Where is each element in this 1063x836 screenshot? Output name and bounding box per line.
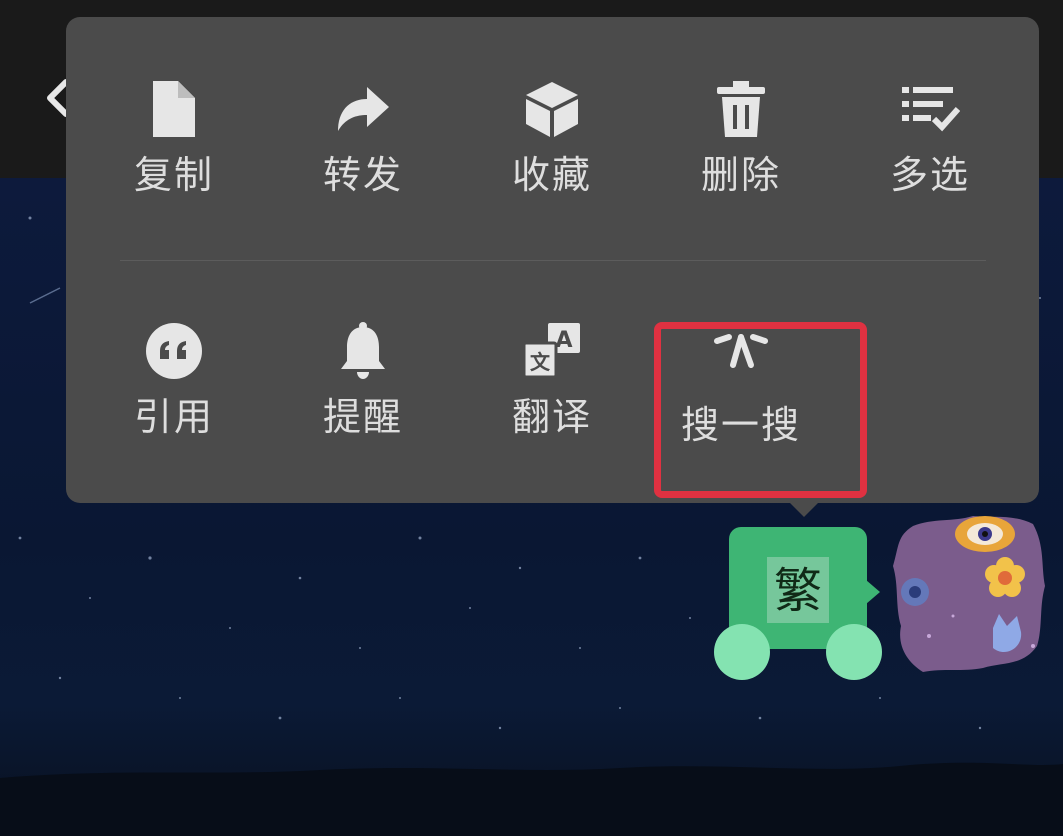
multi-select-icon [902,87,960,132]
menu-item-favorite[interactable]: 收藏 [482,79,622,229]
menu-item-copy[interactable]: 复制 [104,79,244,229]
selection-handle-right[interactable] [826,624,882,680]
document-icon [153,81,195,137]
trash-icon [717,81,765,137]
bubble-tail [866,580,880,604]
cube-icon [526,82,578,137]
menu-item-label: 引用 [133,395,214,439]
menu-item-label: 转发 [322,153,403,197]
menu-item-remind[interactable]: 提醒 [293,321,433,471]
menu-item-translate[interactable]: A 文 翻译 [482,321,622,471]
context-menu: 复制 转发 收藏 删除 多选 引用 提醒 A 文 翻译 搜一搜 [66,17,1039,503]
menu-item-label: 提醒 [322,395,403,439]
menu-pointer [790,503,818,517]
menu-item-label: 复制 [133,153,214,197]
bell-icon [341,322,385,379]
menu-item-quote[interactable]: 引用 [104,321,244,471]
menu-item-label: 删除 [700,153,781,197]
forward-arrow-icon [338,87,389,131]
avatar[interactable] [893,516,1045,676]
menu-item-label: 翻译 [511,395,592,439]
translate-icon: A 文 [522,323,580,379]
menu-item-label: 多选 [889,153,970,197]
svg-text:A: A [555,328,572,353]
highlight-box [654,322,867,498]
selection-handle-left[interactable] [714,624,770,680]
menu-divider [120,260,986,261]
menu-item-delete[interactable]: 删除 [671,79,811,229]
menu-item-multiselect[interactable]: 多选 [860,79,1000,229]
message-text: 繁 [773,563,822,619]
svg-text:文: 文 [530,350,551,374]
quote-icon [146,323,202,379]
menu-item-forward[interactable]: 转发 [293,79,433,229]
menu-item-label: 收藏 [511,153,592,197]
